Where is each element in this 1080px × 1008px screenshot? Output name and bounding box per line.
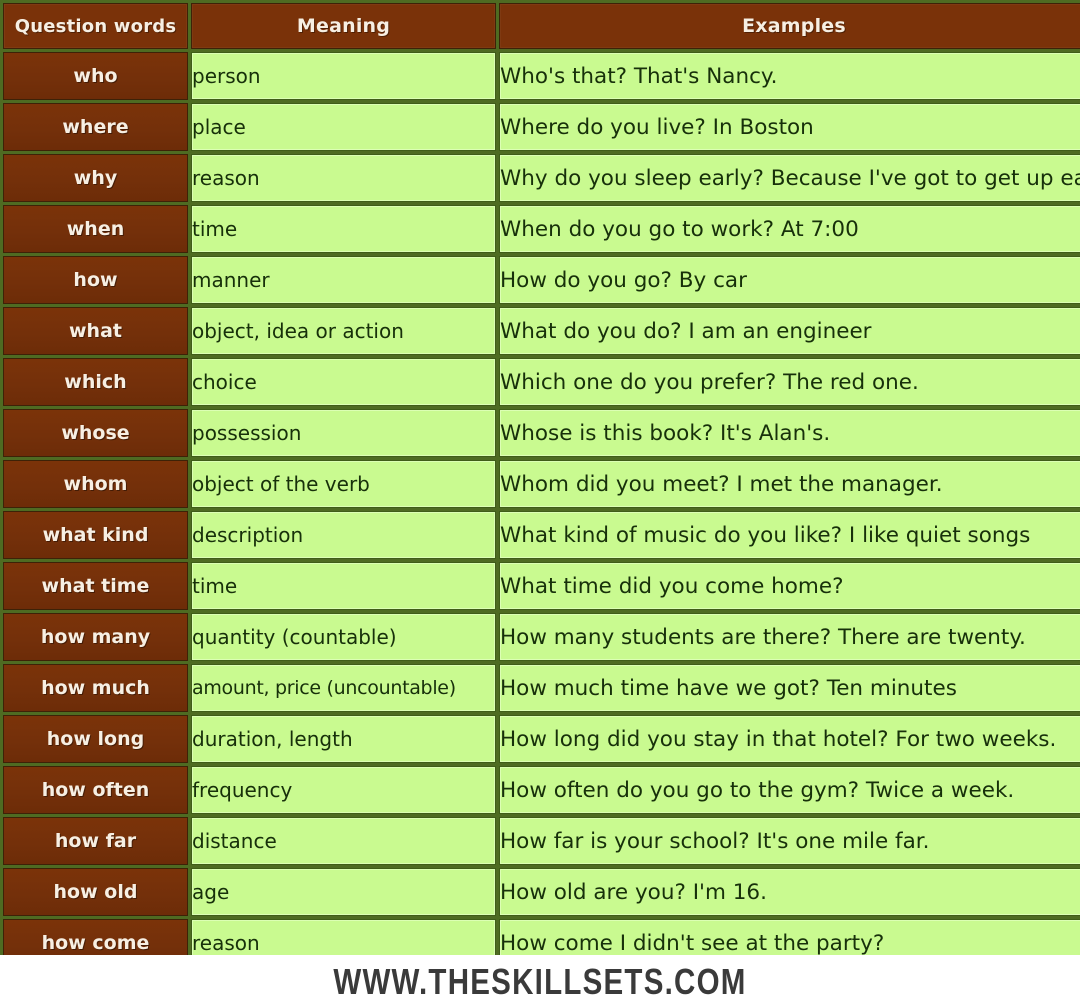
example-cell: Why do you sleep early? Because I've got… xyxy=(499,154,1080,202)
table-row: how far distance How far is your school? I… xyxy=(3,817,1080,865)
example-cell: How many students are there? There are t… xyxy=(499,613,1080,661)
question-word-cell: how many xyxy=(3,613,188,661)
question-word-cell: what kind xyxy=(3,511,188,559)
table-row: how often frequency How often do you go to… xyxy=(3,766,1080,814)
question-words-infographic: WWW.THESKILLSETS.COM Question words Mean… xyxy=(0,0,1080,1008)
column-header-examples: Examples xyxy=(499,3,1080,49)
example-cell: Who's that? That's Nancy. xyxy=(499,52,1080,100)
example-cell: When do you go to work? At 7:00 xyxy=(499,205,1080,253)
meaning-cell: duration, length xyxy=(191,715,496,763)
meaning-cell: distance xyxy=(191,817,496,865)
table-row: how many quantity (countable) How many stu… xyxy=(3,613,1080,661)
table-row: what object, idea or action What do you do… xyxy=(3,307,1080,355)
example-cell: Whom did you meet? I met the manager. xyxy=(499,460,1080,508)
question-words-table-container: Question words Meaning Examples who perso… xyxy=(0,0,1080,970)
example-cell: Where do you live? In Boston xyxy=(499,103,1080,151)
table-row: how old age How old are you? I'm 16. xyxy=(3,868,1080,916)
example-cell: What time did you come home? xyxy=(499,562,1080,610)
table-row: how manner How do you go? By car xyxy=(3,256,1080,304)
example-cell: How old are you? I'm 16. xyxy=(499,868,1080,916)
meaning-cell: object of the verb xyxy=(191,460,496,508)
question-word-cell: how old xyxy=(3,868,188,916)
meaning-cell: place xyxy=(191,103,496,151)
meaning-cell: amount, price (uncountable) xyxy=(191,664,496,712)
example-cell: How long did you stay in that hotel? For… xyxy=(499,715,1080,763)
question-word-cell: who xyxy=(3,52,188,100)
table-row: whom object of the verb Whom did you meet?… xyxy=(3,460,1080,508)
example-cell: How do you go? By car xyxy=(499,256,1080,304)
table-body: who person Who's that? That's Nancy. where p… xyxy=(3,52,1080,967)
question-word-cell: why xyxy=(3,154,188,202)
column-header-meaning: Meaning xyxy=(191,3,496,49)
example-cell: What kind of music do you like? I like q… xyxy=(499,511,1080,559)
example-cell: Whose is this book? It's Alan's. xyxy=(499,409,1080,457)
meaning-cell: description xyxy=(191,511,496,559)
question-word-cell: how long xyxy=(3,715,188,763)
table-row: when time When do you go to work? At 7:00 xyxy=(3,205,1080,253)
question-word-cell: which xyxy=(3,358,188,406)
example-cell: How much time have we got? Ten minutes xyxy=(499,664,1080,712)
question-word-cell: what time xyxy=(3,562,188,610)
question-word-cell: how often xyxy=(3,766,188,814)
table-row: how long duration, length How long did you… xyxy=(3,715,1080,763)
meaning-cell: quantity (countable) xyxy=(191,613,496,661)
question-word-cell: whose xyxy=(3,409,188,457)
column-header-question-words: Question words xyxy=(3,3,188,49)
table-row: whose possession Whose is this book? It's … xyxy=(3,409,1080,457)
meaning-cell: time xyxy=(191,562,496,610)
table-row: where place Where do you live? In Boston xyxy=(3,103,1080,151)
footer-bar: WWW.THESKILLSETS.COM xyxy=(0,955,1080,1008)
example-cell: How far is your school? It's one mile fa… xyxy=(499,817,1080,865)
header-row: Question words Meaning Examples xyxy=(3,3,1080,49)
meaning-cell: frequency xyxy=(191,766,496,814)
example-cell: How often do you go to the gym? Twice a … xyxy=(499,766,1080,814)
table-row: who person Who's that? That's Nancy. xyxy=(3,52,1080,100)
question-word-cell: what xyxy=(3,307,188,355)
table-row: why reason Why do you sleep early? Because… xyxy=(3,154,1080,202)
table-row: how much amount, price (uncountable) How m… xyxy=(3,664,1080,712)
example-cell: What do you do? I am an engineer xyxy=(499,307,1080,355)
table-row: what kind description What kind of music d… xyxy=(3,511,1080,559)
meaning-cell: manner xyxy=(191,256,496,304)
question-word-cell: how xyxy=(3,256,188,304)
meaning-cell: possession xyxy=(191,409,496,457)
question-word-cell: how far xyxy=(3,817,188,865)
example-cell: Which one do you prefer? The red one. xyxy=(499,358,1080,406)
meaning-cell: reason xyxy=(191,154,496,202)
meaning-cell: object, idea or action xyxy=(191,307,496,355)
meaning-cell: age xyxy=(191,868,496,916)
question-word-cell: how much xyxy=(3,664,188,712)
question-word-cell: whom xyxy=(3,460,188,508)
table-row: what time time What time did you come home… xyxy=(3,562,1080,610)
question-word-cell: when xyxy=(3,205,188,253)
meaning-cell: time xyxy=(191,205,496,253)
meaning-cell: choice xyxy=(191,358,496,406)
question-word-cell: where xyxy=(3,103,188,151)
site-url-label: WWW.THESKILLSETS.COM xyxy=(333,960,747,1002)
table-row: which choice Which one do you prefer? The … xyxy=(3,358,1080,406)
question-words-table: Question words Meaning Examples who perso… xyxy=(0,0,1080,970)
table-header: Question words Meaning Examples xyxy=(3,3,1080,49)
meaning-cell: person xyxy=(191,52,496,100)
